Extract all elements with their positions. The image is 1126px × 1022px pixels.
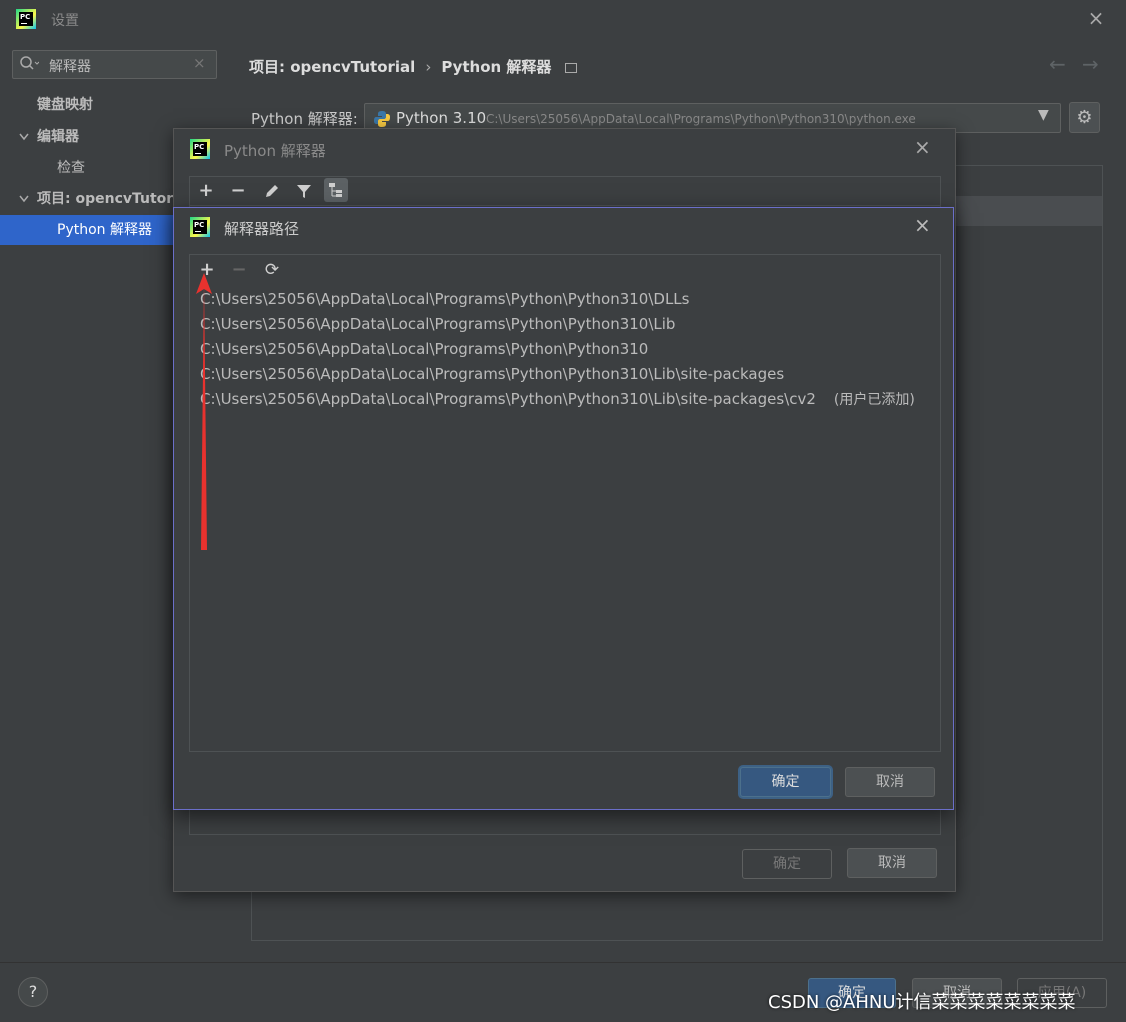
list-item[interactable]: C:\Users\25056\AppData\Local\Programs\Py… [200, 337, 648, 362]
python-icon [373, 110, 391, 128]
search-icon [19, 55, 40, 73]
breadcrumb-page: Python 解释器 [441, 58, 552, 76]
list-item[interactable]: C:\Users\25056\AppData\Local\Programs\Py… [200, 387, 915, 412]
interpreter-name: Python 3.10 [396, 109, 487, 127]
interpreter-settings-gear-icon[interactable]: ⚙ [1069, 102, 1100, 133]
paths-list: C:\Users\25056\AppData\Local\Programs\Py… [189, 285, 941, 752]
sidebar-item-label: Python 解释器 [57, 222, 152, 238]
path-text: C:\Users\25056\AppData\Local\Programs\Py… [200, 390, 816, 408]
dialog-title: 解释器路径 [224, 220, 300, 238]
pycharm-logo-icon: PC [16, 9, 36, 29]
search-value: 解释器 [49, 59, 91, 75]
path-text: C:\Users\25056\AppData\Local\Programs\Py… [200, 365, 785, 383]
path-text: C:\Users\25056\AppData\Local\Programs\Py… [200, 290, 690, 308]
dropdown-arrow-icon[interactable]: ▼ [1038, 107, 1049, 123]
watermark: CSDN @AHNU计信菜菜菜菜菜菜菜菜 [768, 992, 1076, 1013]
dialog-ok-button[interactable]: 确定 [742, 849, 832, 879]
pycharm-logo-icon: PC [190, 217, 210, 237]
sidebar-item-keymap[interactable]: 键盘映射 [0, 90, 228, 120]
annotation-arrow-icon [196, 273, 212, 550]
show-paths-tree-icon[interactable] [324, 178, 348, 202]
sidebar-item-label: 键盘映射 [37, 97, 93, 113]
dialog-cancel-button[interactable]: 取消 [845, 767, 935, 797]
remove-icon[interactable]: − [226, 179, 250, 203]
sidebar-item-label: 项目: opencvTutor [37, 191, 174, 207]
interpreter-path: C:\Users\25056\AppData\Local\Programs\Py… [486, 112, 916, 126]
scope-icon [565, 62, 578, 73]
pycharm-logo-icon: PC [190, 139, 210, 159]
close-icon[interactable]: × [1084, 6, 1108, 30]
edit-pencil-icon[interactable] [260, 179, 284, 203]
breadcrumb-project[interactable]: 项目: opencvTutorial [249, 58, 415, 76]
clear-search-icon[interactable]: × [193, 54, 206, 72]
close-icon[interactable]: × [914, 135, 931, 159]
list-item[interactable]: C:\Users\25056\AppData\Local\Programs\Py… [200, 362, 784, 387]
list-item[interactable]: C:\Users\25056\AppData\Local\Programs\Py… [200, 287, 689, 312]
help-button[interactable]: ? [18, 977, 48, 1007]
path-text: C:\Users\25056\AppData\Local\Programs\Py… [200, 340, 649, 358]
user-added-tag: (用户已添加) [833, 392, 915, 408]
sidebar-item-label: 编辑器 [37, 129, 79, 145]
interpreter-paths-dialog: PC 解释器路径 × + − ⟳ C:\Users\25056\AppData\… [173, 207, 954, 810]
window-title: 设置 [51, 13, 79, 29]
dialog-ok-button[interactable]: 确定 [740, 767, 831, 797]
settings-search-input[interactable]: 解释器 × [12, 50, 217, 79]
back-arrow-icon[interactable]: ← [1049, 52, 1066, 76]
title-bar [0, 0, 1126, 38]
dialog-title: Python 解释器 [224, 142, 326, 160]
forward-arrow-icon[interactable]: → [1082, 52, 1099, 76]
list-item[interactable]: C:\Users\25056\AppData\Local\Programs\Py… [200, 312, 675, 337]
interpreter-label: Python 解释器: [251, 110, 358, 128]
interpreters-toolbar: + − [189, 176, 941, 206]
paths-toolbar: + − ⟳ [189, 254, 941, 286]
path-text: C:\Users\25056\AppData\Local\Programs\Py… [200, 315, 676, 333]
add-icon[interactable]: + [194, 179, 218, 203]
breadcrumb: 项目: opencvTutorial › Python 解释器 [249, 56, 578, 77]
dialog-cancel-button[interactable]: 取消 [847, 848, 937, 878]
filter-icon[interactable] [292, 179, 316, 203]
close-icon[interactable]: × [914, 213, 931, 237]
breadcrumb-separator: › [425, 58, 432, 76]
sidebar-item-label: 检查 [57, 160, 85, 176]
remove-path-icon[interactable]: − [227, 258, 251, 282]
refresh-icon[interactable]: ⟳ [260, 258, 284, 282]
